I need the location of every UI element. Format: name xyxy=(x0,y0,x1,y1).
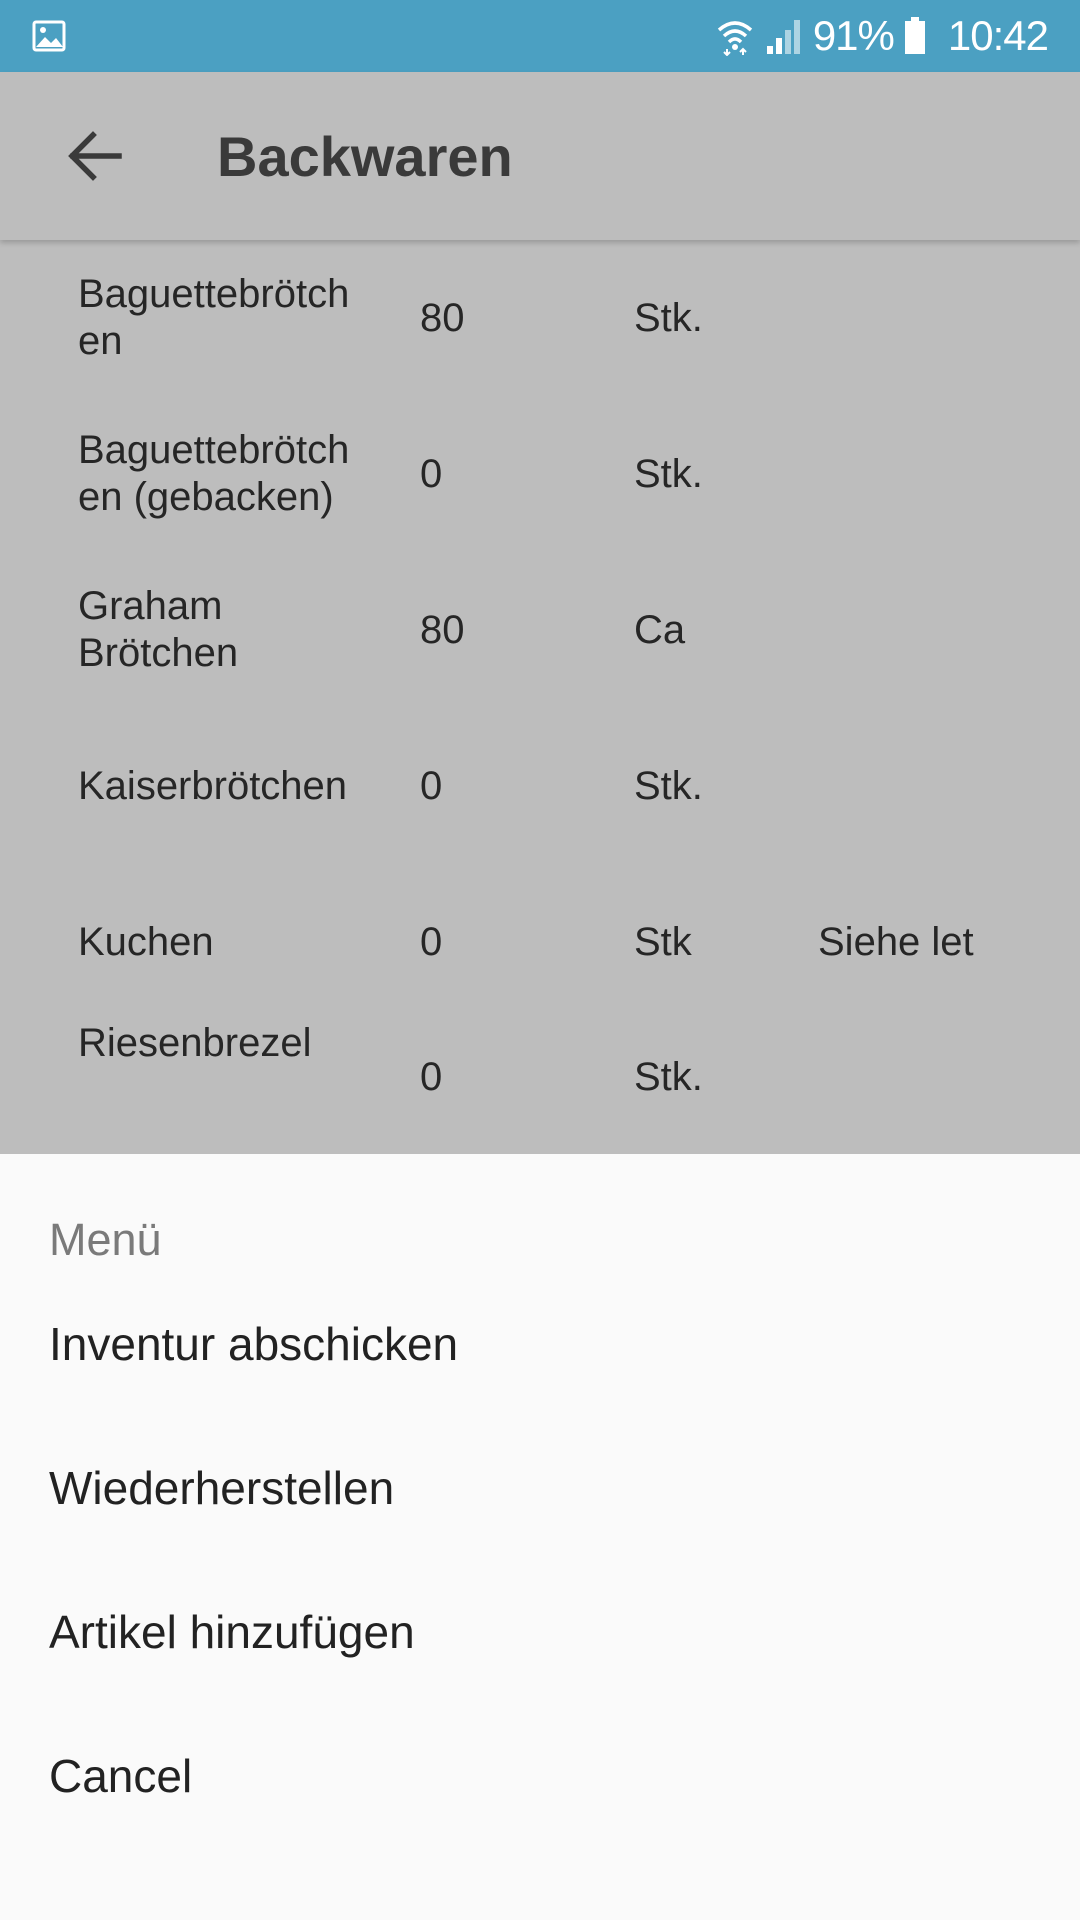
item-name: Baguettebrötch en xyxy=(78,272,350,363)
wifi-icon xyxy=(717,21,752,56)
item-quantity[interactable]: 80 xyxy=(420,240,465,396)
item-quantity[interactable]: 80 xyxy=(420,552,465,708)
list-item[interactable]: Kaiserbrötchen 0 Stk. xyxy=(0,708,1080,864)
item-unit: Ca xyxy=(634,607,686,652)
item-unit: Stk xyxy=(634,919,692,964)
item-name: Riesenbrezel xyxy=(78,1021,312,1065)
signal-icon xyxy=(766,20,800,54)
menu-item-add-article[interactable]: Artikel hinzufügen xyxy=(0,1560,1080,1704)
battery-icon xyxy=(904,17,925,54)
item-unit: Stk. xyxy=(634,295,703,340)
menu-item-submit-inventory[interactable]: Inventur abschicken xyxy=(0,1272,1080,1416)
arrow-left-icon xyxy=(68,131,122,181)
clock: 10:42 xyxy=(947,12,1049,59)
item-note: Siehe let xyxy=(818,919,974,964)
list-item[interactable]: Graham Brötchen 80 Ca xyxy=(0,552,1080,708)
item-quantity[interactable]: 0 xyxy=(420,396,442,552)
battery-percent: 91% xyxy=(812,12,895,59)
menu-item-cancel[interactable]: Cancel xyxy=(0,1704,1080,1848)
back-button[interactable] xyxy=(56,120,134,192)
app-bar: Backwaren xyxy=(0,72,1080,240)
item-name: Kuchen xyxy=(78,919,214,964)
item-unit: Stk. xyxy=(634,451,703,496)
item-name: Graham Brötchen xyxy=(78,584,239,675)
sheet-title: Menü xyxy=(49,1214,162,1265)
item-quantity[interactable]: 0 xyxy=(420,1020,442,1154)
item-quantity[interactable]: 0 xyxy=(420,708,442,864)
menu-item-restore[interactable]: Wiederherstellen xyxy=(0,1416,1080,1560)
list-item[interactable]: Kuchen 0 Stk Siehe let xyxy=(0,864,1080,1020)
item-name: Baguettebrötch en (gebacken) xyxy=(78,428,350,519)
item-quantity[interactable]: 0 xyxy=(420,864,442,1020)
item-unit: Stk. xyxy=(634,1055,703,1099)
list-item[interactable]: Baguettebrötch en (gebacken) 0 Stk. xyxy=(0,396,1080,552)
status-bar: 91% 10:42 xyxy=(0,0,1080,72)
list-item[interactable]: Baguettebrötch en 80 Stk. xyxy=(0,240,1080,396)
gallery-icon xyxy=(32,20,66,52)
list-item[interactable]: Riesenbrezel 0 Stk. xyxy=(0,1020,1080,1154)
page-title: Backwaren xyxy=(217,125,513,188)
item-unit: Stk. xyxy=(634,763,703,808)
bottom-sheet-menu: Menü Inventur abschicken Wiederherstelle… xyxy=(0,1154,1080,1920)
item-name: Kaiserbrötchen xyxy=(78,763,348,808)
inventory-list: Baguettebrötch en 80 Stk. Baguettebrötch… xyxy=(0,240,1080,1154)
